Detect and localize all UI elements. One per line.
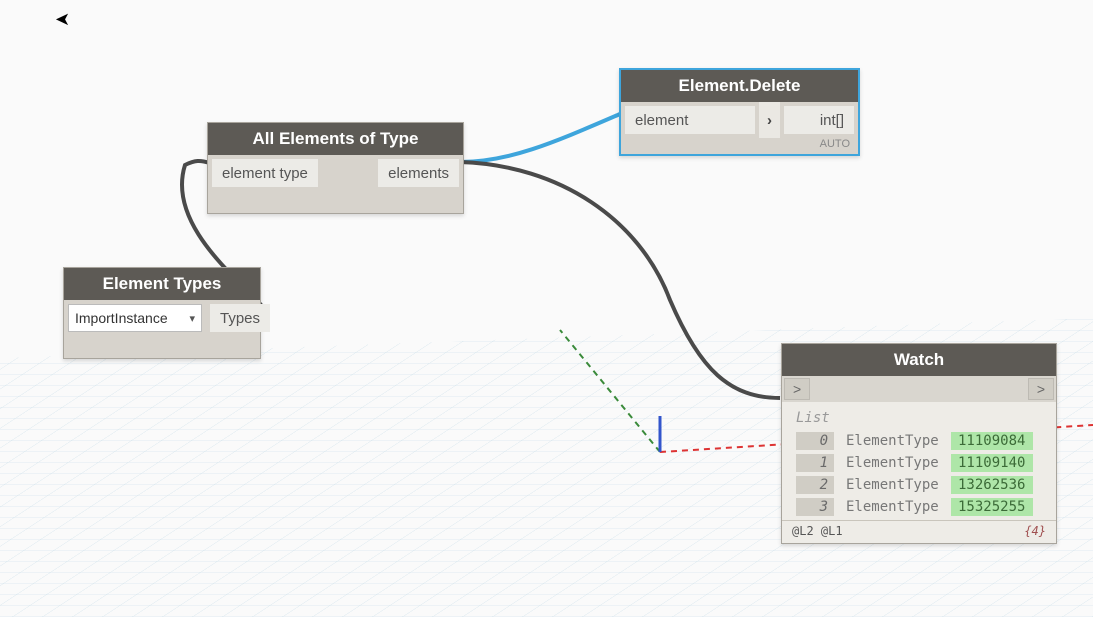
watch-item-id: 15325255 xyxy=(951,498,1033,516)
node-title: All Elements of Type xyxy=(208,123,463,155)
node-element-types[interactable]: Element Types ImportInstance ▾ Types xyxy=(63,267,261,359)
watch-list-item[interactable]: 1 ElementType 11109140 xyxy=(796,452,1042,474)
watch-item-type: ElementType xyxy=(846,455,939,471)
port-element-in[interactable]: element xyxy=(625,106,755,134)
port-types-out[interactable]: Types xyxy=(210,304,270,332)
chevron-right-icon[interactable]: › xyxy=(759,102,780,138)
watch-item-id: 11109084 xyxy=(951,432,1033,450)
watch-item-id: 13262536 xyxy=(951,476,1033,494)
node-footer xyxy=(208,191,463,213)
port-elements-out[interactable]: elements xyxy=(378,159,459,187)
watch-item-type: ElementType xyxy=(846,499,939,515)
node-element-delete[interactable]: Element.Delete element › int[] AUTO xyxy=(619,68,860,156)
node-watch[interactable]: Watch > > List 0 ElementType 11109084 1 Elem… xyxy=(781,343,1057,544)
node-title: Watch xyxy=(782,344,1056,376)
chevron-down-icon: ▾ xyxy=(189,312,195,325)
watch-item-index: 1 xyxy=(796,454,834,472)
watch-item-id: 11109140 xyxy=(951,454,1033,472)
element-types-dropdown[interactable]: ImportInstance ▾ xyxy=(68,304,202,332)
watch-in-port[interactable]: > xyxy=(784,378,810,400)
node-title: Element.Delete xyxy=(621,70,858,102)
watch-count: {4} xyxy=(1024,524,1046,538)
port-element-type-in[interactable]: element type xyxy=(212,159,318,187)
watch-item-type: ElementType xyxy=(846,477,939,493)
watch-list-item[interactable]: 2 ElementType 13262536 xyxy=(796,474,1042,496)
watch-item-index: 2 xyxy=(796,476,834,494)
watch-out-port[interactable]: > xyxy=(1028,378,1054,400)
watch-level-label: @L2 @L1 xyxy=(792,524,843,538)
watch-list-label: List xyxy=(796,410,1042,426)
node-footer xyxy=(64,336,260,358)
node-title: Element Types xyxy=(64,268,260,300)
watch-item-type: ElementType xyxy=(846,433,939,449)
watch-item-index: 0 xyxy=(796,432,834,450)
node-all-elements-of-type[interactable]: All Elements of Type element type elemen… xyxy=(207,122,464,214)
watch-list-item[interactable]: 0 ElementType 11109084 xyxy=(796,430,1042,452)
port-int-array-out[interactable]: int[] xyxy=(784,106,854,134)
dropdown-value: ImportInstance xyxy=(75,310,168,326)
watch-list-item[interactable]: 3 ElementType 15325255 xyxy=(796,496,1042,518)
watch-item-index: 3 xyxy=(796,498,834,516)
lacing-label: AUTO xyxy=(621,138,858,154)
